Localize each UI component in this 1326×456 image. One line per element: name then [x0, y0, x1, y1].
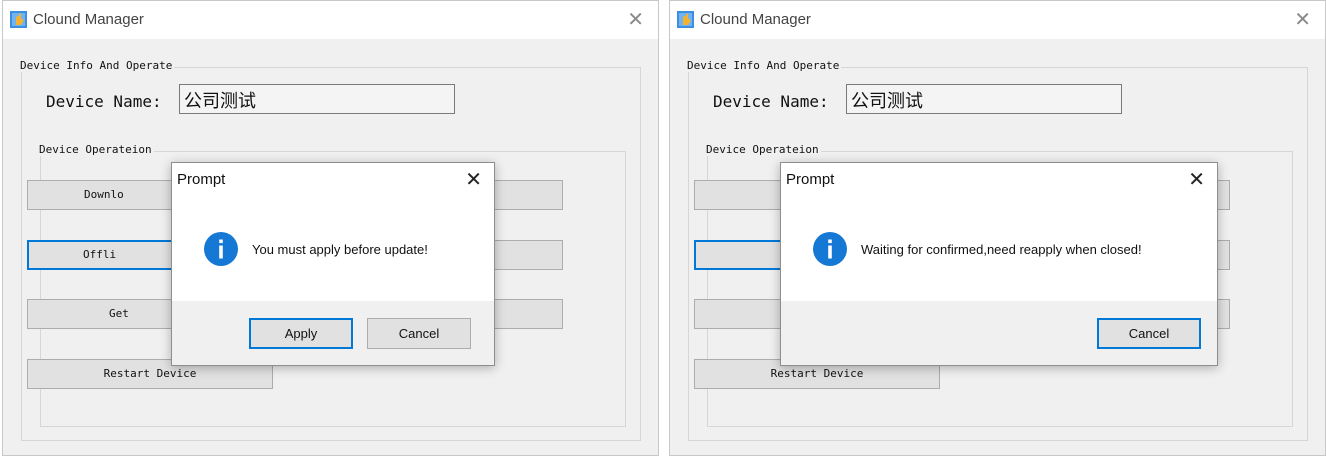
dialog-message: Waiting for confirmed,need reapply when … — [861, 242, 1142, 257]
device-name-input[interactable]: 公司测试 — [846, 84, 1122, 114]
device-operation-group-label: Device Operateion — [37, 143, 154, 156]
window-title: Clound Manager — [33, 11, 144, 28]
title-bar[interactable]: Clound Manager ✕ — [670, 1, 1325, 39]
device-info-group-label: Device Info And Operate — [685, 59, 842, 72]
cancel-button[interactable]: Cancel — [367, 318, 471, 349]
cancel-button[interactable]: Cancel — [1097, 318, 1201, 349]
window-title: Clound Manager — [700, 11, 811, 28]
dialog-footer: Apply Cancel — [172, 301, 494, 365]
dialog-close-icon[interactable]: ✕ — [1188, 167, 1205, 191]
device-name-label: Device Name: — [713, 92, 829, 111]
close-icon[interactable]: ✕ — [627, 8, 644, 30]
device-name-label: Device Name: — [46, 92, 162, 111]
dialog-title: Prompt — [786, 171, 835, 188]
close-icon[interactable]: ✕ — [1294, 8, 1311, 30]
device-operation-group-label: Device Operateion — [704, 143, 821, 156]
app-icon — [10, 11, 27, 28]
clound-manager-window-left: Clound Manager ✕ Device Info And Operate… — [2, 0, 659, 456]
prompt-dialog: Prompt ✕ Waiting for confirmed,need reap… — [780, 162, 1218, 366]
title-bar[interactable]: Clound Manager ✕ — [3, 1, 658, 39]
prompt-dialog: Prompt ✕ You must apply before update! A… — [171, 162, 495, 366]
info-icon — [813, 232, 847, 266]
dialog-footer: Cancel — [781, 301, 1217, 365]
dialog-title: Prompt — [177, 171, 226, 188]
dialog-close-icon[interactable]: ✕ — [465, 167, 482, 191]
info-icon — [204, 232, 238, 266]
apply-button[interactable]: Apply — [249, 318, 353, 349]
clound-manager-window-right: Clound Manager ✕ Device Info And Operate… — [669, 0, 1326, 456]
device-name-input[interactable]: 公司测试 — [179, 84, 455, 114]
device-info-group-label: Device Info And Operate — [18, 59, 175, 72]
dialog-message: You must apply before update! — [252, 242, 428, 257]
app-icon — [677, 11, 694, 28]
